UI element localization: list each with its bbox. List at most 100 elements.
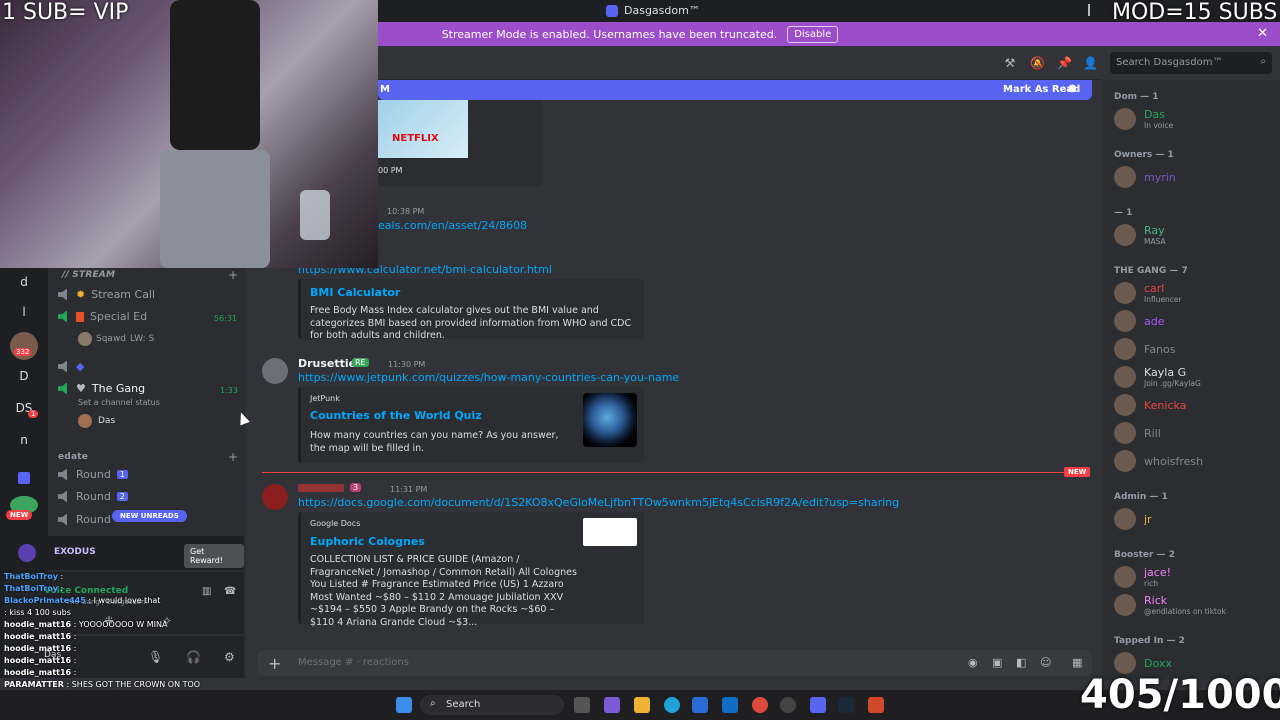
taskbar-search[interactable]: ⌕ Search — [420, 695, 564, 715]
member-item[interactable]: Rill — [1114, 422, 1161, 444]
set-channel-status[interactable]: Set a channel status — [78, 398, 160, 407]
chrome-icon[interactable] — [752, 697, 768, 713]
server-item-n[interactable]: n — [6, 426, 42, 454]
voice-user-tag: LW: S — [130, 334, 155, 344]
member-text: myrin — [1144, 171, 1176, 184]
emoji-icon[interactable]: ☺ — [1040, 656, 1051, 669]
gift-icon[interactable]: ◉ — [968, 656, 978, 669]
avatar[interactable] — [262, 358, 288, 384]
threads-icon[interactable]: ⚒ — [1003, 56, 1017, 70]
avatar — [1114, 224, 1136, 246]
store-icon[interactable] — [692, 697, 708, 713]
task-view-icon[interactable] — [574, 697, 590, 713]
member-name: Rick — [1144, 594, 1168, 607]
settings-gear-icon[interactable]: ⚙ — [224, 650, 235, 664]
discord-taskbar-icon[interactable] — [810, 697, 826, 713]
server-item-D[interactable]: D — [6, 362, 42, 390]
member-text: Das In voice — [1144, 108, 1173, 130]
message-link[interactable]: eals.com/en/asset/24/8608 — [378, 219, 527, 232]
channel-hidden[interactable]: ◆ — [58, 360, 84, 373]
google-docs-link[interactable]: https://docs.google.com/document/d/1S2KO… — [298, 496, 899, 509]
server-item-DS[interactable]: DS — [6, 394, 42, 422]
member-text: Kayla G Join .gg/KaylaG — [1144, 366, 1201, 388]
get-reward-button[interactable]: Get Reward! — [184, 544, 244, 568]
channel-stream-call[interactable]: ✹ Stream Call — [58, 288, 155, 301]
voice-user-sqawd[interactable]: Sqawd LW: S — [78, 332, 154, 346]
embed-title[interactable]: BMI Calculator — [310, 286, 400, 299]
mute-bell-icon[interactable]: 🔕 — [1030, 56, 1045, 70]
voice-user-das[interactable]: Das — [78, 414, 115, 428]
app-icon[interactable] — [868, 697, 884, 713]
add-attachment-icon[interactable]: + — [268, 654, 281, 673]
disable-button[interactable]: Disable — [787, 25, 839, 43]
embed-title[interactable]: Countries of the World Quiz — [310, 409, 482, 422]
chat-message: kiss 4 100 subs — [9, 608, 71, 617]
member-item[interactable]: Kenicka — [1114, 394, 1186, 416]
channel-the-gang[interactable]: ♥ The Gang — [58, 382, 145, 395]
member-name: Doxx — [1144, 656, 1172, 670]
inbox-flag-icon[interactable] — [1088, 4, 1098, 16]
member-item[interactable]: Kayla G Join .gg/KaylaG — [1114, 366, 1201, 388]
sticker-icon[interactable]: ◧ — [1016, 656, 1026, 669]
member-item[interactable]: jr — [1114, 508, 1152, 530]
new-servers-badge: NEW — [6, 510, 33, 520]
member-item[interactable]: carl Influencer — [1114, 282, 1182, 304]
server-item-l[interactable]: l — [6, 298, 42, 326]
avatar — [1114, 566, 1136, 588]
avatar[interactable] — [262, 484, 288, 510]
obs-icon[interactable] — [780, 697, 796, 713]
member-item[interactable]: ade — [1114, 310, 1165, 332]
close-icon[interactable]: ✕ — [1257, 26, 1268, 41]
outlook-icon[interactable] — [722, 697, 738, 713]
chat-line: hoodie_matt16 : YOOOOOOOO W MINA — [4, 620, 167, 629]
embed-title[interactable]: Euphoric Colognes — [310, 535, 425, 548]
folder-icon[interactable] — [18, 472, 30, 484]
channel-round-2[interactable]: Round 2 — [58, 490, 128, 503]
doc-thumbnail[interactable] — [583, 518, 637, 546]
member-item[interactable]: jace! rich — [1114, 566, 1171, 588]
category-edate[interactable]: edate — [58, 452, 88, 462]
category-stream[interactable]: // STREAM — [62, 270, 115, 280]
member-item[interactable]: Das In voice — [1114, 108, 1173, 130]
add-channel-icon[interactable]: + — [228, 450, 238, 464]
disconnect-icon[interactable]: ☎ — [224, 586, 236, 597]
embed-provider: Google Docs — [310, 519, 361, 528]
search-input[interactable]: Search Dasgasdom™ ⌕ — [1110, 52, 1272, 74]
windows-start-icon[interactable] — [396, 697, 412, 713]
promo-banner[interactable]: EXODUS Get Reward! — [4, 536, 244, 570]
member-list-icon[interactable]: 👤 — [1083, 56, 1098, 70]
message-composer[interactable]: + Message # · reactions ◉ ▣ ◧ ☺ ▦ — [258, 650, 1092, 676]
pin-icon[interactable]: 📌 — [1057, 56, 1072, 70]
member-item[interactable]: Doxx — [1114, 652, 1172, 674]
bmi-embed: BMI Calculator Free Body Mass Index calc… — [298, 279, 644, 341]
apps-icon[interactable]: ▦ — [1072, 656, 1082, 669]
new-unreads-pill[interactable]: NEW UNREADS — [112, 510, 187, 522]
jetpunk-link[interactable]: https://www.jetpunk.com/quizzes/how-many… — [298, 371, 679, 384]
message-author-redacted[interactable] — [298, 484, 344, 492]
avatar — [78, 332, 92, 346]
edge-icon[interactable] — [664, 697, 680, 713]
member-item[interactable]: Ray MASA — [1114, 224, 1166, 246]
add-channel-icon[interactable]: + — [228, 268, 238, 282]
member-item[interactable]: myrin — [1114, 166, 1176, 188]
copilot-icon[interactable] — [604, 697, 620, 713]
chat-separator: : — [71, 620, 79, 629]
member-name: Kenicka — [1144, 398, 1187, 412]
member-item[interactable]: Rick @endlations on tiktok — [1114, 594, 1226, 616]
channel-special-ed[interactable]: Special Ed — [58, 310, 147, 323]
server-item-d[interactable]: d — [6, 268, 42, 296]
earth-thumbnail[interactable] — [583, 393, 637, 447]
gif-icon[interactable]: ▣ — [992, 656, 1002, 669]
book-icon — [76, 311, 84, 322]
member-item[interactable]: whoisfresh — [1114, 450, 1203, 472]
member-group-header: Owners — 1 — [1114, 150, 1174, 160]
window-title-text: Dasgasdom™ — [624, 4, 700, 17]
message-author[interactable]: Drusettie — [298, 357, 356, 370]
channel-round-3[interactable]: Round — [58, 513, 111, 526]
file-explorer-icon[interactable] — [634, 697, 650, 713]
member-status: In voice — [1144, 121, 1174, 130]
member-item[interactable]: Fanos — [1114, 338, 1176, 360]
new-messages-bar[interactable]: M Mark As Read ● — [378, 80, 1092, 100]
steam-icon[interactable] — [838, 697, 854, 713]
channel-round-1[interactable]: Round 1 — [58, 468, 128, 481]
